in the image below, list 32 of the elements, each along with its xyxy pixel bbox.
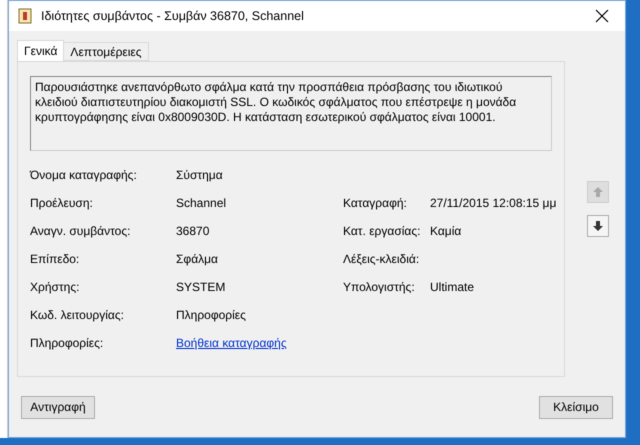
close-dialog-button[interactable]: Κλείσιμο (539, 396, 613, 418)
field-value: Ultimate (430, 280, 476, 294)
next-event-button[interactable] (587, 215, 609, 237)
tab[interactable]: Γενικά (17, 40, 64, 61)
field-label: Κατ. εργασίας: (343, 224, 422, 238)
close-icon (595, 9, 609, 23)
field-label: Πληροφορίες: (30, 336, 104, 350)
event-log-icon (17, 8, 33, 24)
field-label: Καταγραφή: (343, 196, 408, 210)
window-title: Ιδιότητες συμβάντος - Συμβάν 36870, Schannel (41, 9, 305, 23)
field-label: Υπολογιστής: (343, 280, 416, 294)
description-text: Παρουσιάστηκε ανεπανόρθωτο σφάλμα κατά την προσπάθεια πρόσβασης του ιδιωτικού κλειδιού διαπιστευτηρίου διακομιστή SSL. Ο κωδικός σφάλματος που επέστρεψε η μονάδα κρυπτογράφησης είναι 0x8009030D. Η κατάσταση εσωτερικού σφάλματος είναι 10001. (30, 76, 552, 151)
field-label: Προέλευση: (30, 196, 94, 210)
tab[interactable]: Λεπτομέρειες (63, 42, 149, 61)
up-arrow-icon (592, 186, 604, 198)
field-value: Schannel (176, 196, 228, 210)
field-label: Χρήστης: (30, 280, 80, 294)
field-value: Σύστημα (176, 168, 224, 182)
field-label: Επίπεδο: (30, 252, 80, 266)
field-value: Σφάλμα (176, 252, 219, 266)
field-label: Όνομα καταγραφής: (30, 168, 138, 182)
field-label: Λέξεις-κλειδιά: (343, 252, 420, 266)
field-label: Αναγν. συμβάντος: (30, 224, 132, 238)
copy-button[interactable]: Αντιγραφή (21, 396, 95, 418)
field-value: Καμία (430, 224, 462, 238)
field-value: 27/11/2015 12:08:15 μμ (430, 196, 556, 210)
down-arrow-icon (592, 220, 604, 232)
field-value: 36870 (176, 224, 210, 238)
help-link[interactable]: Βοήθεια καταγραφής (176, 336, 287, 350)
field-value: Πληροφορίες (176, 308, 247, 322)
field-label: Κωδ. λειτουργίας: (30, 308, 125, 322)
field-value: SYSTEM (176, 280, 226, 294)
